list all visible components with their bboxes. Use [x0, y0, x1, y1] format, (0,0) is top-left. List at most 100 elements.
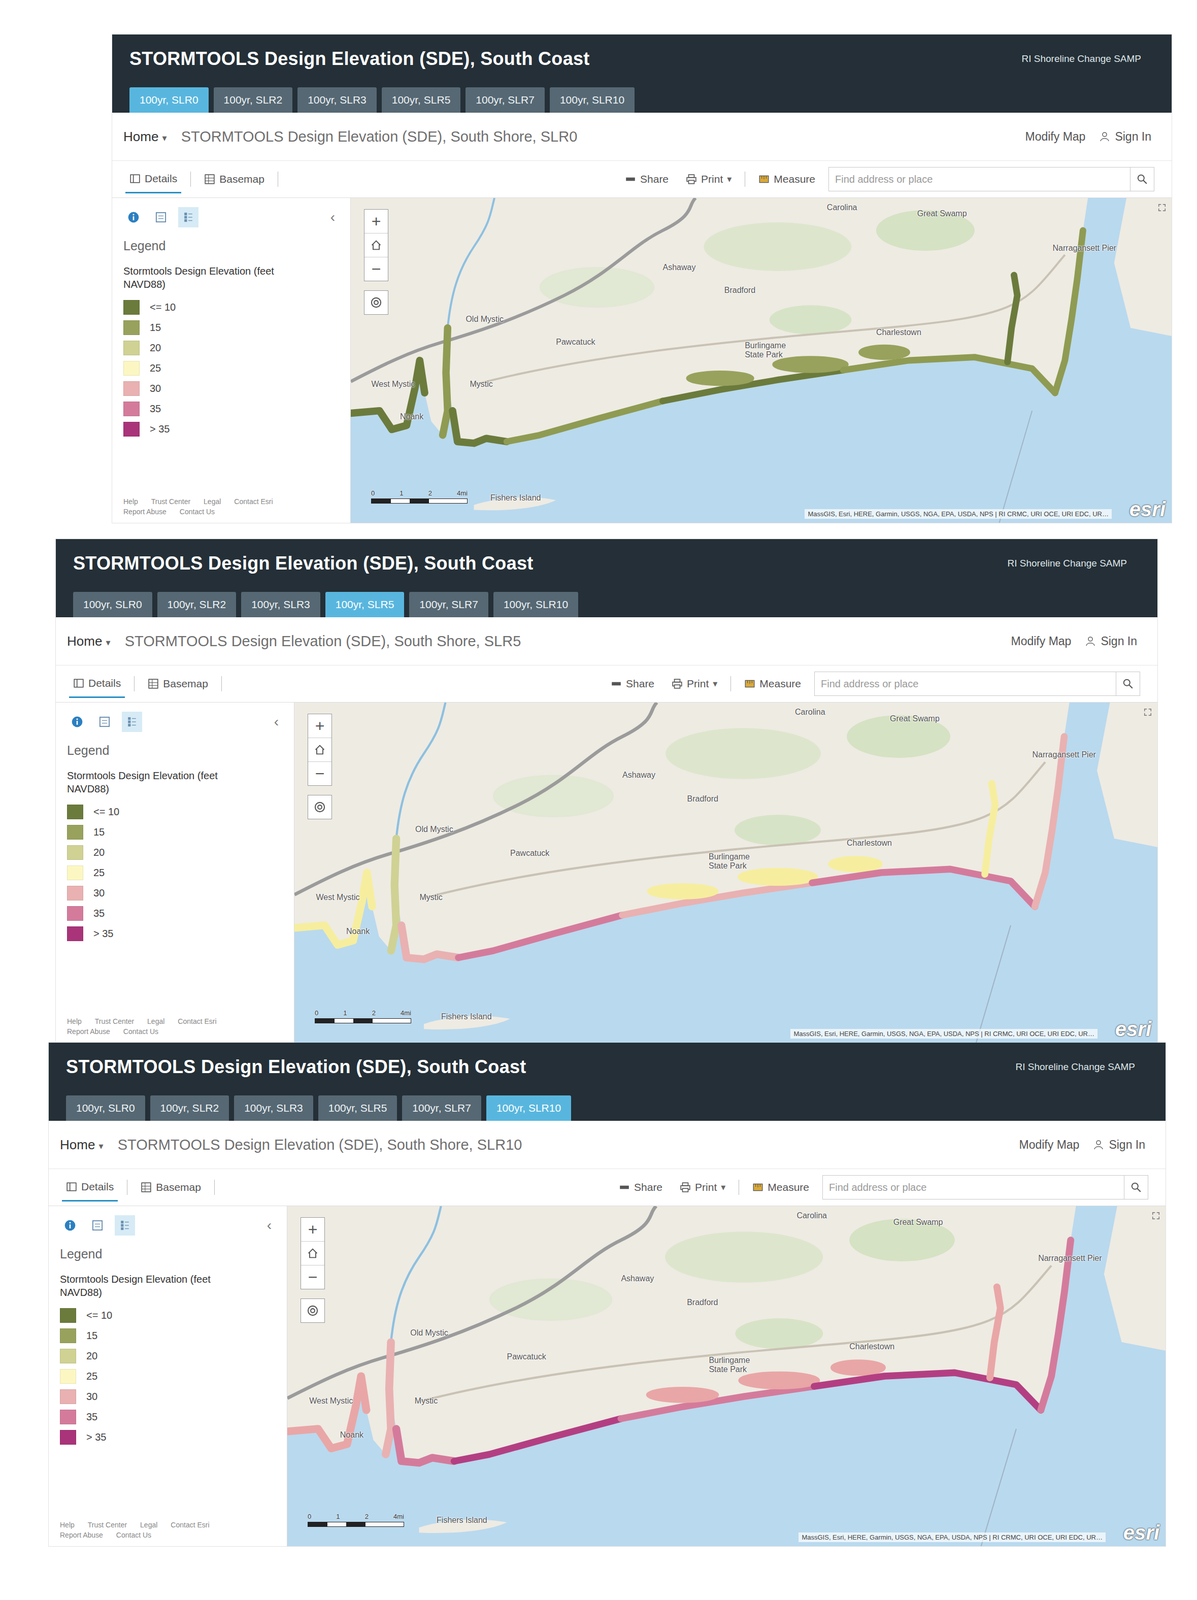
- legend-button[interactable]: [121, 711, 143, 733]
- footer-link[interactable]: Trust Center: [87, 1520, 127, 1529]
- legend-button[interactable]: [178, 207, 199, 228]
- flood-zone[interactable]: [385, 1342, 391, 1455]
- search-input[interactable]: [828, 167, 1130, 191]
- locate-button[interactable]: [300, 1298, 325, 1323]
- footer-link[interactable]: Help: [67, 1017, 82, 1026]
- scenario-tab[interactable]: 100yr, SLR2: [157, 591, 237, 618]
- scenario-tab[interactable]: 100yr, SLR3: [297, 87, 377, 113]
- search-button[interactable]: [1123, 1175, 1148, 1200]
- home-menu[interactable]: Home ▾: [59, 1137, 104, 1153]
- default-extent-button[interactable]: [364, 233, 388, 258]
- scenario-tab[interactable]: 100yr, SLR3: [234, 1095, 314, 1121]
- scenario-tab[interactable]: 100yr, SLR0: [65, 1095, 146, 1121]
- footer-link[interactable]: Legal: [147, 1017, 165, 1026]
- about-button[interactable]: [123, 207, 144, 228]
- flood-zone[interactable]: [452, 410, 508, 444]
- default-extent-button[interactable]: [308, 738, 332, 762]
- legend-button[interactable]: [114, 1215, 136, 1236]
- fullscreen-button[interactable]: [1143, 707, 1153, 719]
- share-button[interactable]: Share: [606, 670, 659, 697]
- sign-in-link[interactable]: Sign In: [1099, 129, 1152, 144]
- map-view[interactable]: CarolinaGreat SwampAshawayBradfordOld My…: [294, 702, 1158, 1043]
- flood-zone[interactable]: [454, 1418, 622, 1462]
- print-button[interactable]: Print ▾: [681, 165, 736, 193]
- sign-in-link[interactable]: Sign In: [1085, 634, 1138, 649]
- details-tab[interactable]: Details: [69, 670, 125, 698]
- scenario-tab[interactable]: 100yr, SLR2: [213, 87, 293, 113]
- map-view[interactable]: CarolinaGreat SwampAshawayBradfordOld My…: [287, 1206, 1166, 1547]
- footer-link[interactable]: Help: [59, 1520, 75, 1529]
- flood-zone[interactable]: [350, 360, 425, 430]
- footer-link[interactable]: Legal: [140, 1520, 158, 1529]
- about-button[interactable]: [59, 1215, 81, 1236]
- scenario-tab[interactable]: 100yr, SLR5: [325, 591, 405, 618]
- measure-button[interactable]: Measure: [754, 165, 820, 193]
- sign-in-link[interactable]: Sign In: [1093, 1138, 1146, 1152]
- collapse-button[interactable]: ‹: [262, 1217, 276, 1234]
- flood-zone[interactable]: [984, 783, 995, 875]
- modify-map-link[interactable]: Modify Map: [1011, 634, 1072, 649]
- scenario-tab[interactable]: 100yr, SLR10: [486, 1095, 572, 1121]
- flood-zone[interactable]: [843, 357, 1055, 393]
- scenario-tab[interactable]: 100yr, SLR5: [318, 1095, 398, 1121]
- flood-zone[interactable]: [1035, 736, 1065, 907]
- home-menu[interactable]: Home ▾: [67, 633, 111, 650]
- search-input[interactable]: [814, 672, 1116, 696]
- content-button[interactable]: [87, 1215, 108, 1236]
- fullscreen-button[interactable]: [1151, 1211, 1161, 1223]
- footer-link[interactable]: Contact Us: [123, 1027, 159, 1036]
- scenario-tab[interactable]: 100yr, SLR3: [241, 591, 321, 618]
- scenario-tab[interactable]: 100yr, SLR0: [129, 87, 209, 113]
- scenario-tab[interactable]: 100yr, SLR7: [409, 591, 489, 618]
- map-view[interactable]: CarolinaGreat SwampAshawayBradfordOld My…: [350, 197, 1172, 523]
- measure-button[interactable]: Measure: [748, 1174, 814, 1201]
- details-tab[interactable]: Details: [61, 1173, 118, 1202]
- modify-map-link[interactable]: Modify Map: [1019, 1138, 1080, 1152]
- print-button[interactable]: Print ▾: [675, 1174, 730, 1201]
- share-button[interactable]: Share: [620, 165, 673, 193]
- default-extent-button[interactable]: [301, 1241, 325, 1266]
- search-button[interactable]: [1129, 167, 1154, 191]
- footer-link[interactable]: Report Abuse: [123, 507, 167, 516]
- basemap-tab[interactable]: Basemap: [143, 670, 213, 697]
- about-button[interactable]: [67, 711, 88, 733]
- home-menu[interactable]: Home ▾: [123, 128, 168, 145]
- locate-button[interactable]: [363, 290, 389, 315]
- flood-zone[interactable]: [401, 925, 459, 960]
- print-button[interactable]: Print ▾: [667, 670, 722, 697]
- basemap-tab[interactable]: Basemap: [200, 165, 269, 193]
- flood-zone[interactable]: [396, 1428, 455, 1463]
- content-button[interactable]: [150, 207, 172, 228]
- search-button[interactable]: [1115, 672, 1140, 696]
- footer-link[interactable]: Report Abuse: [59, 1531, 104, 1540]
- modify-map-link[interactable]: Modify Map: [1025, 129, 1086, 144]
- details-tab[interactable]: Details: [125, 165, 182, 194]
- footer-link[interactable]: Legal: [203, 497, 221, 506]
- footer-link[interactable]: Report Abuse: [67, 1027, 111, 1036]
- zoom-in-button[interactable]: +: [364, 209, 388, 234]
- flood-zone[interactable]: [1040, 1240, 1071, 1411]
- flood-zone[interactable]: [442, 327, 448, 436]
- scenario-tab[interactable]: 100yr, SLR10: [493, 591, 579, 618]
- collapse-button[interactable]: ‹: [326, 209, 340, 226]
- footer-link[interactable]: Contact Us: [116, 1531, 152, 1540]
- flood-zone[interactable]: [458, 915, 623, 958]
- content-button[interactable]: [94, 711, 115, 733]
- zoom-out-button[interactable]: −: [308, 761, 332, 786]
- fullscreen-button[interactable]: [1157, 203, 1167, 215]
- flood-zone[interactable]: [294, 872, 373, 945]
- footer-link[interactable]: Help: [123, 497, 139, 506]
- flood-zone[interactable]: [1054, 230, 1083, 393]
- flood-zone[interactable]: [1007, 275, 1018, 362]
- flood-zone[interactable]: [812, 869, 1036, 907]
- footer-link[interactable]: Trust Center: [151, 497, 191, 506]
- flood-zone[interactable]: [989, 1286, 1001, 1378]
- locate-button[interactable]: [307, 794, 332, 820]
- measure-button[interactable]: Measure: [740, 670, 806, 697]
- footer-link[interactable]: Contact Esri: [170, 1520, 210, 1529]
- scenario-tab[interactable]: 100yr, SLR5: [381, 87, 461, 113]
- scenario-tab[interactable]: 100yr, SLR2: [150, 1095, 230, 1121]
- footer-link[interactable]: Contact Esri: [177, 1017, 217, 1026]
- scenario-tab[interactable]: 100yr, SLR7: [465, 87, 545, 113]
- footer-link[interactable]: Contact Us: [179, 507, 215, 516]
